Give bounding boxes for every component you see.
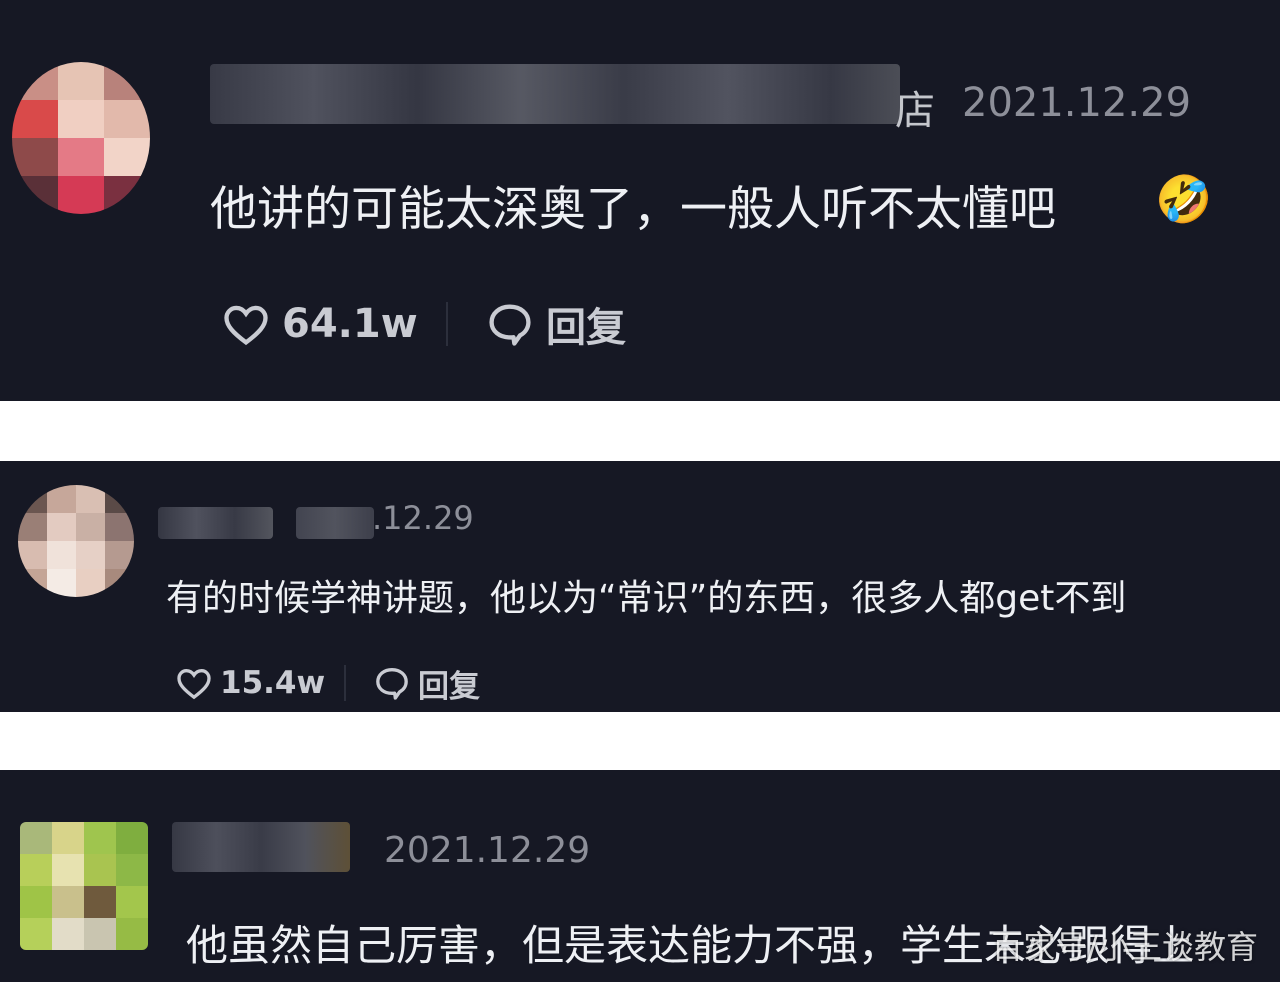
comment-card: 店 2021.12.29 他讲的可能太深奥了，一般人听不太懂吧 🤣 64.1w …: [0, 0, 1280, 401]
heart-icon: [220, 298, 272, 350]
username-blurred[interactable]: [210, 64, 900, 124]
like-button[interactable]: 15.4w: [174, 663, 325, 703]
like-count: 64.1w: [282, 301, 418, 347]
divider: [446, 302, 448, 346]
reply-label: 回复: [546, 305, 626, 351]
chat-bubble-icon: [484, 298, 536, 350]
chat-bubble-icon: [372, 663, 412, 703]
reply-button[interactable]: 回复: [372, 663, 480, 705]
username-blurred[interactable]: [296, 507, 374, 539]
avatar[interactable]: [20, 822, 148, 950]
comment-date: 2021.12.29: [384, 830, 591, 871]
username-suffix: 店: [895, 88, 935, 134]
comment-card: .12.29 有的时候学神讲题，他以为“常识”的东西，很多人都get不到 15.…: [0, 461, 1280, 712]
like-count: 15.4w: [220, 665, 326, 701]
comment-text: 他讲的可能太深奥了，一般人听不太懂吧: [210, 182, 1056, 237]
watermark: 百家号/小王谈教育: [991, 928, 1258, 966]
avatar[interactable]: [18, 485, 134, 597]
heart-icon: [174, 663, 214, 703]
avatar[interactable]: [12, 62, 150, 214]
reply-label: 回复: [418, 668, 480, 705]
username-blurred[interactable]: [158, 507, 273, 539]
divider: [344, 665, 346, 701]
like-button[interactable]: 64.1w: [220, 298, 418, 350]
username-blurred[interactable]: [172, 822, 350, 872]
comment-date: .12.29: [372, 499, 474, 537]
comment-text: 有的时候学神讲题，他以为“常识”的东西，很多人都get不到: [166, 578, 1127, 619]
laughing-emoji: 🤣: [1155, 172, 1213, 226]
comment-date: 2021.12.29: [962, 80, 1192, 126]
reply-button[interactable]: 回复: [484, 298, 626, 351]
